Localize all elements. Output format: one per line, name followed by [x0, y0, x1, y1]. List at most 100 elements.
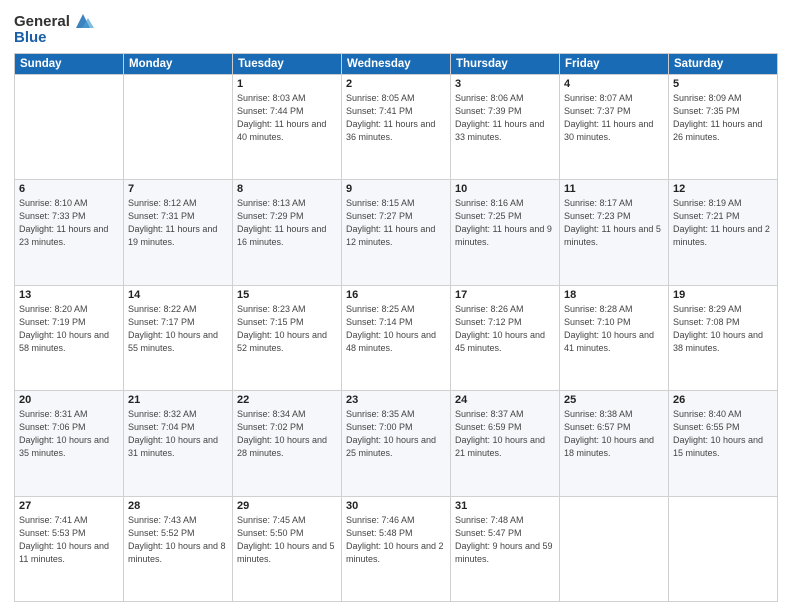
day-info: Sunrise: 8:06 AM Sunset: 7:39 PM Dayligh…: [455, 93, 544, 142]
day-number: 20: [19, 394, 119, 406]
day-number: 12: [673, 183, 773, 195]
calendar-cell: 21Sunrise: 8:32 AM Sunset: 7:04 PM Dayli…: [124, 391, 233, 497]
day-info: Sunrise: 8:12 AM Sunset: 7:31 PM Dayligh…: [128, 198, 217, 247]
calendar-cell: 13 Sunrise: 8:20 AM Sunset: 7:19 PM Dayli…: [15, 285, 124, 391]
day-info: Sunrise: 8:05 AM Sunset: 7:41 PM Dayligh…: [346, 93, 435, 142]
day-number: 25: [564, 394, 664, 406]
calendar-cell: 27 Sunrise: 7:41 AM Sunset: 5:53 PM Dayli…: [15, 496, 124, 602]
day-info: Sunrise: 7:45 AM Sunset: 5:50 PM Dayligh…: [237, 515, 335, 564]
calendar-cell: 29 Sunrise: 7:45 AM Sunset: 5:50 PM Dayli…: [233, 496, 342, 602]
day-number: 5: [673, 78, 773, 90]
day-info: Sunrise: 7:46 AM Sunset: 5:48 PM Dayligh…: [346, 515, 444, 564]
day-info: Sunrise: 8:20 AM Sunset: 7:19 PM Dayligh…: [19, 304, 109, 353]
day-info: Sunrise: 8:35 AM Sunset: 7:00 PM Dayligh…: [346, 409, 436, 458]
day-number: 9: [346, 183, 446, 195]
day-number: 1: [237, 78, 337, 90]
calendar-week-row: 27 Sunrise: 7:41 AM Sunset: 5:53 PM Dayli…: [15, 496, 778, 602]
day-info: Sunrise: 8:25 AM Sunset: 7:14 PM Dayligh…: [346, 304, 436, 353]
calendar-cell: 10 Sunrise: 8:16 AM Sunset: 7:25 PM Dayli…: [451, 180, 560, 286]
calendar-cell: 17 Sunrise: 8:26 AM Sunset: 7:12 PM Dayli…: [451, 285, 560, 391]
day-number: 26: [673, 394, 773, 406]
day-number: 3: [455, 78, 555, 90]
calendar-cell: 23 Sunrise: 8:35 AM Sunset: 7:00 PM Dayli…: [342, 391, 451, 497]
day-number: 6: [19, 183, 119, 195]
day-info: Sunrise: 8:22 AM Sunset: 7:17 PM Dayligh…: [128, 304, 218, 353]
calendar-cell: 1 Sunrise: 8:03 AM Sunset: 7:44 PM Daylig…: [233, 74, 342, 180]
day-number: 14: [128, 289, 228, 301]
calendar-body: 1 Sunrise: 8:03 AM Sunset: 7:44 PM Daylig…: [15, 74, 778, 602]
day-info: Sunrise: 8:13 AM Sunset: 7:29 PM Dayligh…: [237, 198, 326, 247]
weekday-header-row: SundayMondayTuesdayWednesdayThursdayFrid…: [15, 53, 778, 74]
calendar-cell: [124, 74, 233, 180]
day-number: 27: [19, 500, 119, 512]
day-number: 13: [19, 289, 119, 301]
calendar-cell: 4Sunrise: 8:07 AM Sunset: 7:37 PM Daylig…: [560, 74, 669, 180]
day-number: 16: [346, 289, 446, 301]
calendar-cell: 12 Sunrise: 8:19 AM Sunset: 7:21 PM Dayli…: [669, 180, 778, 286]
day-info: Sunrise: 8:15 AM Sunset: 7:27 PM Dayligh…: [346, 198, 435, 247]
day-number: 7: [128, 183, 228, 195]
day-info: Sunrise: 8:38 AM Sunset: 6:57 PM Dayligh…: [564, 409, 654, 458]
day-info: Sunrise: 8:23 AM Sunset: 7:15 PM Dayligh…: [237, 304, 327, 353]
logo-text-blue: Blue: [14, 30, 47, 47]
calendar-cell: [669, 496, 778, 602]
day-number: 19: [673, 289, 773, 301]
calendar-cell: 15Sunrise: 8:23 AM Sunset: 7:15 PM Dayli…: [233, 285, 342, 391]
calendar-week-row: 1 Sunrise: 8:03 AM Sunset: 7:44 PM Daylig…: [15, 74, 778, 180]
day-number: 31: [455, 500, 555, 512]
day-info: Sunrise: 8:16 AM Sunset: 7:25 PM Dayligh…: [455, 198, 552, 247]
calendar-cell: 16 Sunrise: 8:25 AM Sunset: 7:14 PM Dayli…: [342, 285, 451, 391]
calendar-cell: 31 Sunrise: 7:48 AM Sunset: 5:47 PM Dayli…: [451, 496, 560, 602]
calendar-cell: 8 Sunrise: 8:13 AM Sunset: 7:29 PM Daylig…: [233, 180, 342, 286]
logo-icon: [72, 10, 94, 32]
calendar-cell: 11Sunrise: 8:17 AM Sunset: 7:23 PM Dayli…: [560, 180, 669, 286]
day-info: Sunrise: 7:41 AM Sunset: 5:53 PM Dayligh…: [19, 515, 109, 564]
day-number: 17: [455, 289, 555, 301]
day-number: 21: [128, 394, 228, 406]
day-info: Sunrise: 8:03 AM Sunset: 7:44 PM Dayligh…: [237, 93, 326, 142]
day-info: Sunrise: 8:34 AM Sunset: 7:02 PM Dayligh…: [237, 409, 327, 458]
calendar-cell: 30Sunrise: 7:46 AM Sunset: 5:48 PM Dayli…: [342, 496, 451, 602]
calendar-cell: 6Sunrise: 8:10 AM Sunset: 7:33 PM Daylig…: [15, 180, 124, 286]
calendar-cell: 14 Sunrise: 8:22 AM Sunset: 7:17 PM Dayli…: [124, 285, 233, 391]
logo-text-general: General: [14, 14, 70, 31]
calendar-week-row: 13 Sunrise: 8:20 AM Sunset: 7:19 PM Dayli…: [15, 285, 778, 391]
calendar-week-row: 20 Sunrise: 8:31 AM Sunset: 7:06 PM Dayli…: [15, 391, 778, 497]
weekday-header-wednesday: Wednesday: [342, 53, 451, 74]
calendar-cell: 7 Sunrise: 8:12 AM Sunset: 7:31 PM Daylig…: [124, 180, 233, 286]
calendar-cell: 5Sunrise: 8:09 AM Sunset: 7:35 PM Daylig…: [669, 74, 778, 180]
calendar-cell: 3 Sunrise: 8:06 AM Sunset: 7:39 PM Daylig…: [451, 74, 560, 180]
day-info: Sunrise: 7:48 AM Sunset: 5:47 PM Dayligh…: [455, 515, 553, 564]
day-number: 18: [564, 289, 664, 301]
calendar-cell: 22 Sunrise: 8:34 AM Sunset: 7:02 PM Dayli…: [233, 391, 342, 497]
calendar-cell: 26 Sunrise: 8:40 AM Sunset: 6:55 PM Dayli…: [669, 391, 778, 497]
day-info: Sunrise: 7:43 AM Sunset: 5:52 PM Dayligh…: [128, 515, 226, 564]
day-number: 8: [237, 183, 337, 195]
calendar-cell: 24Sunrise: 8:37 AM Sunset: 6:59 PM Dayli…: [451, 391, 560, 497]
day-info: Sunrise: 8:29 AM Sunset: 7:08 PM Dayligh…: [673, 304, 763, 353]
calendar-table: SundayMondayTuesdayWednesdayThursdayFrid…: [14, 53, 778, 603]
weekday-header-tuesday: Tuesday: [233, 53, 342, 74]
calendar-cell: 20 Sunrise: 8:31 AM Sunset: 7:06 PM Dayli…: [15, 391, 124, 497]
day-number: 28: [128, 500, 228, 512]
calendar-cell: 2Sunrise: 8:05 AM Sunset: 7:41 PM Daylig…: [342, 74, 451, 180]
day-number: 22: [237, 394, 337, 406]
weekday-header-saturday: Saturday: [669, 53, 778, 74]
day-number: 29: [237, 500, 337, 512]
day-info: Sunrise: 8:17 AM Sunset: 7:23 PM Dayligh…: [564, 198, 661, 247]
calendar-cell: 25 Sunrise: 8:38 AM Sunset: 6:57 PM Dayli…: [560, 391, 669, 497]
day-number: 10: [455, 183, 555, 195]
calendar-cell: [15, 74, 124, 180]
day-info: Sunrise: 8:26 AM Sunset: 7:12 PM Dayligh…: [455, 304, 545, 353]
calendar-cell: 19 Sunrise: 8:29 AM Sunset: 7:08 PM Dayli…: [669, 285, 778, 391]
calendar-cell: 9 Sunrise: 8:15 AM Sunset: 7:27 PM Daylig…: [342, 180, 451, 286]
day-info: Sunrise: 8:40 AM Sunset: 6:55 PM Dayligh…: [673, 409, 763, 458]
day-number: 23: [346, 394, 446, 406]
calendar-week-row: 6Sunrise: 8:10 AM Sunset: 7:33 PM Daylig…: [15, 180, 778, 286]
header: General Blue: [14, 12, 778, 47]
day-info: Sunrise: 8:31 AM Sunset: 7:06 PM Dayligh…: [19, 409, 109, 458]
day-info: Sunrise: 8:28 AM Sunset: 7:10 PM Dayligh…: [564, 304, 654, 353]
day-info: Sunrise: 8:19 AM Sunset: 7:21 PM Dayligh…: [673, 198, 770, 247]
page-container: General Blue SundayMondayTuesdayWednesda…: [0, 0, 792, 612]
calendar-cell: [560, 496, 669, 602]
